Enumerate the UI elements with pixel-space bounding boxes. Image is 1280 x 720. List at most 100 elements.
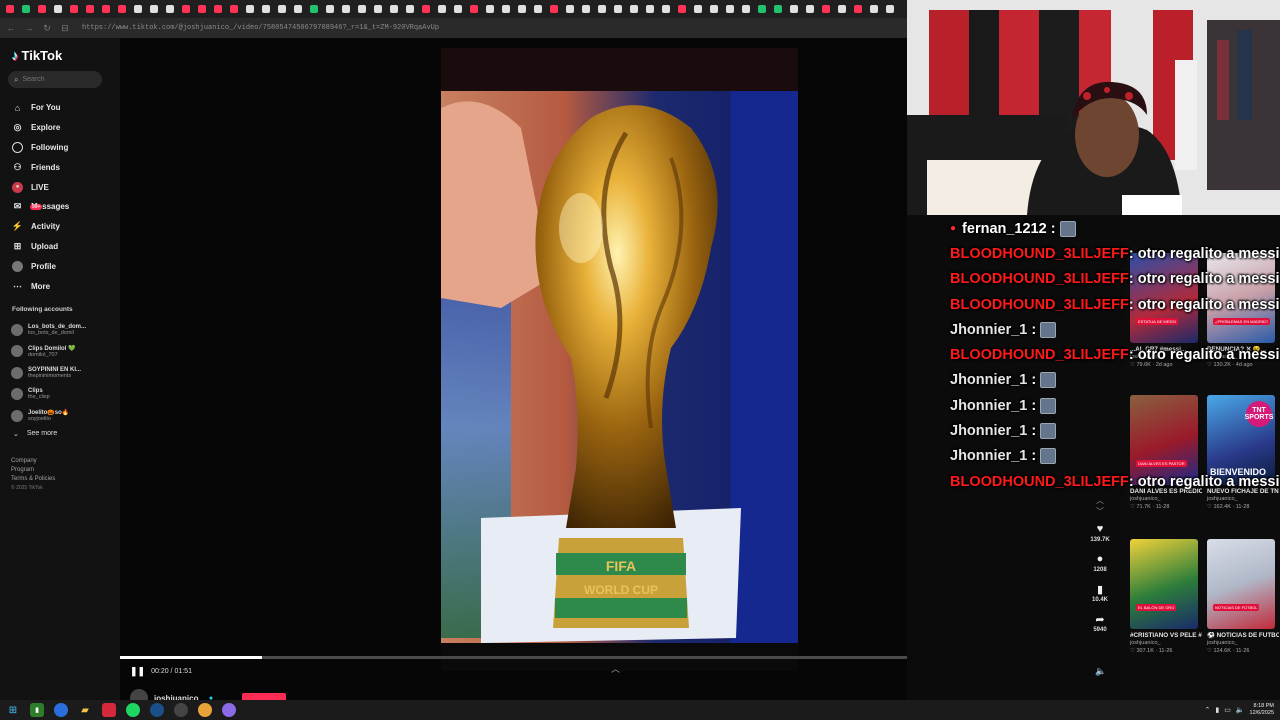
network-icon[interactable]: ▭ (1224, 706, 1231, 714)
forward-icon[interactable]: → (24, 23, 34, 33)
browser-tab[interactable] (868, 2, 880, 16)
browser-tab[interactable] (564, 2, 576, 16)
sidebar-item-activity[interactable]: ⚡ Activity (12, 217, 69, 237)
browser-tab[interactable] (116, 2, 128, 16)
recommended-video-card[interactable]: EL BALÓN DE ORO #CRISTIANO VS PELE #... jo… (1130, 539, 1202, 655)
terminal-icon[interactable]: ▮ (30, 703, 44, 717)
browser-tab[interactable] (356, 2, 368, 16)
reload-icon[interactable]: ↻ (42, 23, 52, 34)
sidebar-item-following[interactable]: Following (12, 138, 69, 158)
browser-tab[interactable] (820, 2, 832, 16)
browser-tab[interactable] (548, 2, 560, 16)
browser-tab[interactable] (212, 2, 224, 16)
browser-tab[interactable] (516, 2, 528, 16)
browser-tab[interactable] (804, 2, 816, 16)
chrome-canary-icon[interactable] (198, 703, 212, 717)
browser-tab[interactable] (692, 2, 704, 16)
file-explorer-icon[interactable]: ▰ (78, 703, 92, 717)
sidebar-item-upload[interactable]: ⊞ Upload (12, 237, 69, 257)
browser-tab[interactable] (196, 2, 208, 16)
browser-tab[interactable] (596, 2, 608, 16)
browser-tab[interactable] (484, 2, 496, 16)
browser-tab[interactable] (836, 2, 848, 16)
clock[interactable]: 8:18 PM 12/6/2025 (1250, 703, 1274, 717)
browser-tab[interactable] (756, 2, 768, 16)
browser-tab[interactable] (36, 2, 48, 16)
sidebar-item-explore[interactable]: ◎ Explore (12, 118, 69, 138)
sidebar-item-messages[interactable]: ✉ 99+ Messages (12, 197, 70, 217)
see-more-button[interactable]: ⌄ See more (13, 430, 57, 438)
url-text[interactable]: https://www.tiktok.com/@joshjuanico_/vid… (82, 24, 439, 32)
footer-link-terms[interactable]: Terms & Policies (11, 476, 55, 482)
share-action[interactable]: ➦ 5940 (1093, 613, 1106, 643)
browser-tab[interactable] (260, 2, 272, 16)
browser-tab[interactable] (772, 2, 784, 16)
browser-tab[interactable] (340, 2, 352, 16)
browser-tab[interactable] (468, 2, 480, 16)
browser-tab[interactable] (852, 2, 864, 16)
browser-tab[interactable] (500, 2, 512, 16)
browser-tab[interactable] (132, 2, 144, 16)
browser-tab[interactable] (660, 2, 672, 16)
video-thumbnail[interactable]: EL BALÓN DE ORO (1130, 539, 1198, 629)
video-thumbnail[interactable]: NOTICIAS DE FÚTBOL (1207, 539, 1275, 629)
following-account[interactable]: Clips Domilol 💚 domilol_707 (11, 341, 86, 363)
browser-tab[interactable] (580, 2, 592, 16)
browser-tab[interactable] (612, 2, 624, 16)
bookmark-icon[interactable]: ▮ (1097, 583, 1103, 597)
spotify-icon[interactable] (126, 703, 140, 717)
following-account[interactable]: Los_bots_de_dom... los_bots_de_domil (11, 319, 86, 341)
browser-tab[interactable] (372, 2, 384, 16)
tiktok-logo[interactable]: ♪ TikTok (12, 48, 62, 63)
browser-tab[interactable] (884, 2, 896, 16)
red-app-icon[interactable] (102, 703, 116, 717)
site-info-icon[interactable]: ⊟ (60, 23, 70, 34)
browser-tab[interactable] (388, 2, 400, 16)
recommended-video-card[interactable]: NOTICIAS DE FÚTBOL ⚽ NOTICIAS DE FÚTBOL ⚽… (1207, 539, 1279, 655)
browser-tab[interactable] (676, 2, 688, 16)
video-frame[interactable]: FIFA WORLD CUP (441, 48, 798, 671)
footer-link-program[interactable]: Program (11, 467, 55, 473)
browser-tab[interactable] (740, 2, 752, 16)
windows-start-icon[interactable]: ⊞ (6, 703, 20, 717)
browser-tab[interactable] (292, 2, 304, 16)
browser-tab[interactable] (180, 2, 192, 16)
sidebar-item-for-you[interactable]: ⌂ For You (12, 98, 69, 118)
browser-tab[interactable] (724, 2, 736, 16)
discord-icon[interactable] (222, 703, 236, 717)
following-account[interactable]: SOYPININI EN KI... thepininimoments (11, 362, 86, 384)
browser-tab[interactable] (308, 2, 320, 16)
volume-tray-icon[interactable]: 🔈 (1236, 706, 1245, 714)
previous-video-icon[interactable]: ︿ (1096, 495, 1104, 506)
mic-icon[interactable]: ▮ (1215, 706, 1219, 714)
sidebar-item-live[interactable]: ● LIVE (12, 177, 69, 197)
obs-icon[interactable] (174, 703, 188, 717)
browser-tab[interactable] (452, 2, 464, 16)
chevron-up-icon[interactable]: ︿ (611, 662, 620, 675)
chrome-icon[interactable] (54, 703, 68, 717)
steam-icon[interactable] (150, 703, 164, 717)
share-icon[interactable]: ➦ (1095, 613, 1104, 627)
browser-tab[interactable] (708, 2, 720, 16)
browser-tab[interactable] (532, 2, 544, 16)
sidebar-item-profile[interactable]: Profile (12, 256, 69, 276)
sidebar-item-friends[interactable]: ⚇ Friends (12, 157, 69, 177)
back-icon[interactable]: ← (6, 23, 16, 33)
search-input[interactable] (22, 76, 93, 83)
heart-icon[interactable]: ♥ (1097, 523, 1104, 537)
tray-chevron-icon[interactable]: ⌃ (1204, 706, 1210, 714)
like-action[interactable]: ♥ 139.7K (1090, 523, 1109, 553)
browser-tab[interactable] (52, 2, 64, 16)
comment-icon[interactable]: ● (1097, 553, 1104, 567)
video-player-area[interactable]: FIFA WORLD CUP ❚❚ 00:20 / 01:51 ︿ joshju… (120, 38, 907, 707)
browser-tab[interactable] (788, 2, 800, 16)
next-video-icon[interactable]: ﹀ (1096, 506, 1104, 517)
browser-tab[interactable] (228, 2, 240, 16)
footer-link-company[interactable]: Company (11, 458, 55, 464)
pause-icon[interactable]: ❚❚ (130, 666, 145, 677)
video-progress-bar[interactable] (120, 656, 907, 659)
browser-tab[interactable] (276, 2, 288, 16)
volume-icon[interactable]: 🔈 (1095, 666, 1106, 677)
browser-tab[interactable] (404, 2, 416, 16)
sidebar-item-more[interactable]: ⋯ More (12, 276, 69, 296)
